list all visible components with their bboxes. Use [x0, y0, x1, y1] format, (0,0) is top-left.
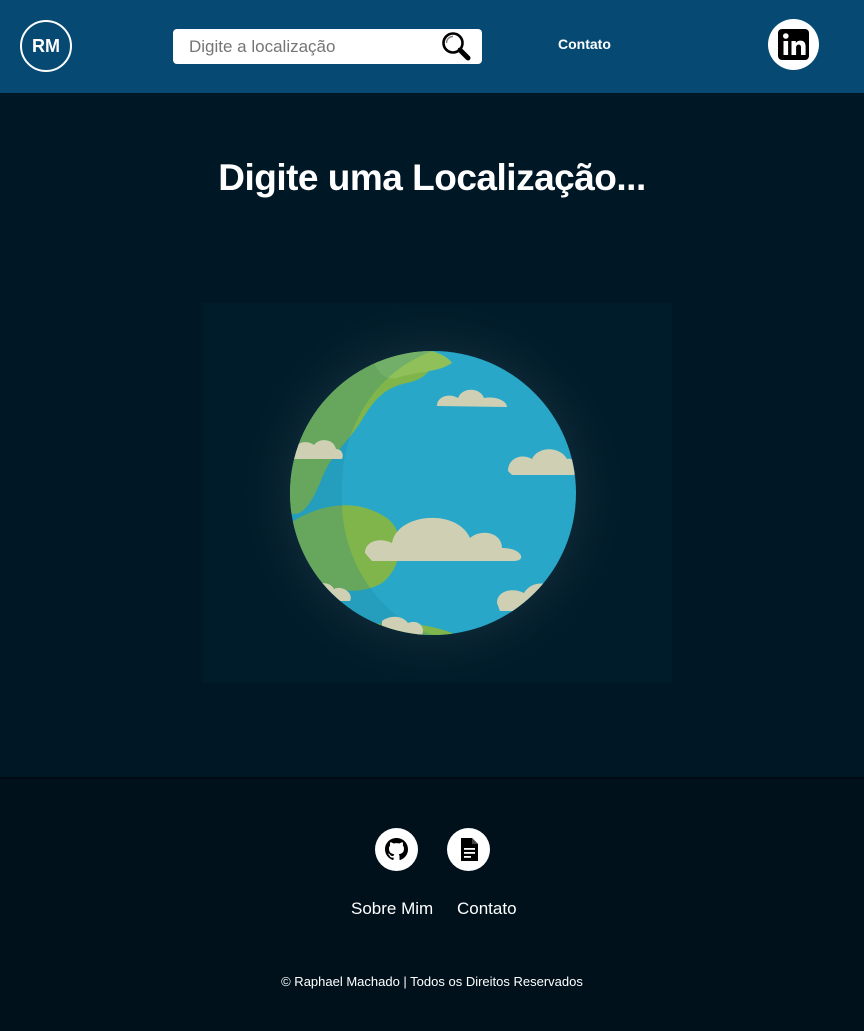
earth-image: [202, 293, 672, 693]
nav-contact-link[interactable]: Contato: [558, 36, 611, 52]
github-icon: [385, 838, 408, 861]
search-icon[interactable]: [440, 31, 472, 61]
globe-illustration: [182, 293, 702, 693]
site-logo[interactable]: RM: [20, 20, 72, 72]
copyright-text: © Raphael Machado | Todos os Direitos Re…: [281, 974, 583, 989]
github-button[interactable]: [375, 828, 418, 871]
linkedin-icon: [778, 29, 809, 60]
about-me-link[interactable]: Sobre Mim: [351, 899, 433, 919]
site-footer: Sobre Mim Contato © Raphael Machado | To…: [0, 779, 864, 1031]
page-title: Digite uma Localização...: [218, 157, 646, 198]
resume-button[interactable]: [447, 828, 490, 871]
linkedin-button[interactable]: [768, 19, 819, 70]
document-icon: [461, 838, 478, 861]
location-search-input[interactable]: [173, 29, 433, 64]
top-navbar: RM Contato: [0, 0, 864, 93]
footer-contact-link[interactable]: Contato: [457, 899, 517, 919]
main-content: Digite uma Localização...: [0, 93, 864, 778]
search-box: [173, 29, 482, 64]
logo-text: RM: [32, 35, 60, 56]
